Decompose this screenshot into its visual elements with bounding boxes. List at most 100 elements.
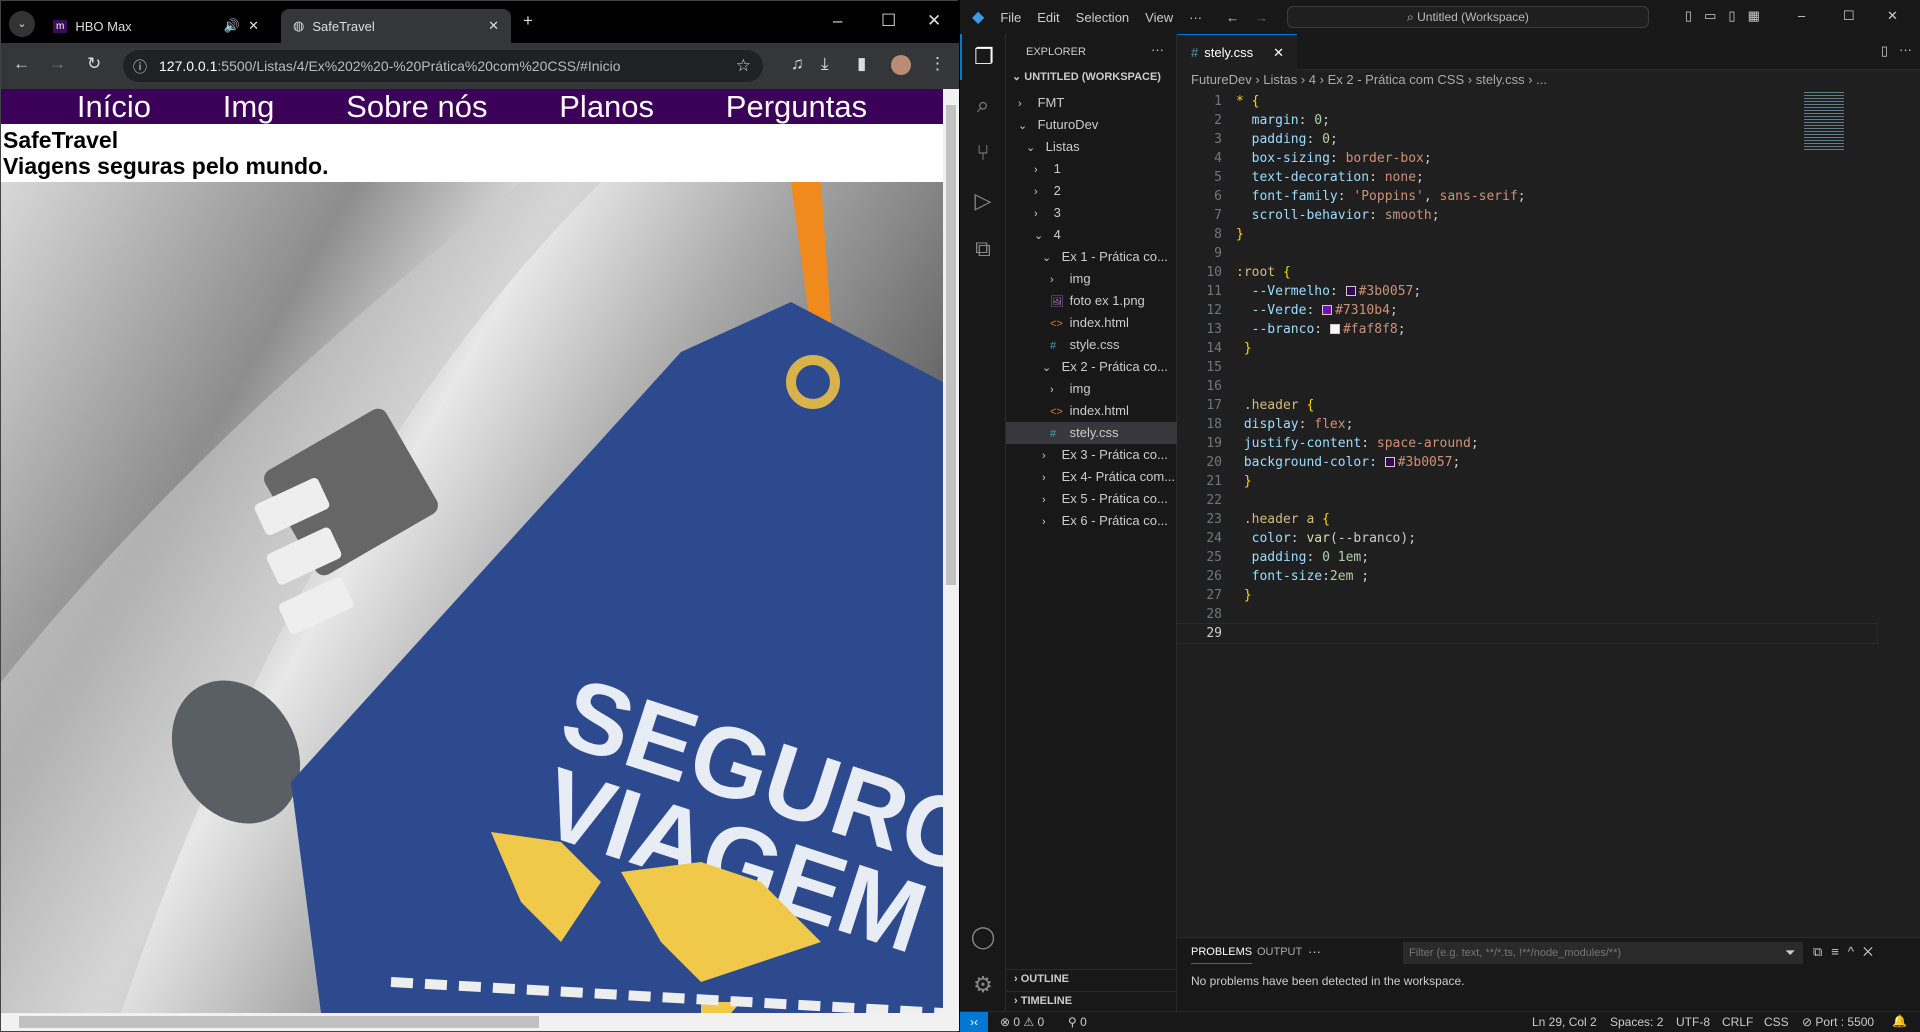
indentation[interactable]: Spaces: 2	[1610, 1015, 1663, 1029]
menu-icon[interactable]: ⋮	[929, 54, 946, 74]
breadcrumb-item[interactable]: 4	[1309, 72, 1316, 87]
panel-actions-icons[interactable]: ⧉≡^✕	[1813, 944, 1882, 960]
vertical-scroll-thumb[interactable]	[946, 105, 956, 585]
command-center[interactable]: ⌕ Untitled (Workspace)	[1287, 6, 1649, 28]
tree-item[interactable]: ⌄ Ex 1 - Prática co...	[1006, 246, 1177, 268]
run-debug-icon[interactable]: ▷	[960, 178, 1006, 224]
back-icon[interactable]: ←	[13, 54, 30, 74]
tree-item[interactable]: <> index.html	[1006, 312, 1177, 334]
tree-item[interactable]: # style.css	[1006, 334, 1177, 356]
encoding[interactable]: UTF-8	[1676, 1015, 1710, 1029]
tree-item[interactable]: › Ex 5 - Prática co...	[1006, 488, 1177, 510]
maximize-button[interactable]: ☐	[881, 11, 896, 31]
menu-file[interactable]: File	[1000, 10, 1021, 25]
horizontal-scroll-thumb[interactable]	[19, 1016, 539, 1028]
cursor-position[interactable]: Ln 29, Col 2	[1532, 1015, 1597, 1029]
minimize-button[interactable]: –	[1798, 8, 1805, 23]
nav-img[interactable]: Img	[223, 89, 275, 124]
tree-item[interactable]: › img	[1006, 378, 1177, 400]
menu-view[interactable]: View	[1145, 10, 1173, 25]
nav-inicio[interactable]: Início	[77, 89, 151, 124]
layout-toggle-icons[interactable]: ▯▭▯▦	[1685, 8, 1772, 24]
close-window-button[interactable]: ✕	[1887, 8, 1898, 24]
forward-icon[interactable]: →	[49, 54, 66, 74]
tree-item[interactable]: › FMT	[1006, 92, 1177, 114]
tab-output[interactable]: OUTPUT	[1257, 946, 1302, 958]
remote-icon[interactable]: ›‹	[960, 1012, 988, 1032]
bookmark-star-icon[interactable]: ☆	[736, 56, 751, 76]
account-icon[interactable]: ◯	[960, 914, 1006, 960]
avatar[interactable]	[891, 55, 911, 75]
tab-search-button[interactable]: ⌄	[9, 11, 35, 37]
code-line: 1 * {	[1177, 92, 1877, 111]
close-tab-icon[interactable]: ✕	[1273, 45, 1284, 61]
menu-more[interactable]: ···	[1189, 10, 1202, 25]
nav-planos[interactable]: Planos	[559, 89, 654, 124]
tree-item[interactable]: › 3	[1006, 202, 1177, 224]
tab-hbo-max[interactable]: m HBO Max 🔊 ✕	[41, 9, 271, 43]
maximize-button[interactable]: ☐	[1843, 8, 1855, 24]
site-info-icon[interactable]: ⓘ	[133, 57, 147, 77]
tab-problems[interactable]: PROBLEMS	[1191, 946, 1253, 964]
speaker-icon[interactable]: 🔊	[224, 18, 240, 34]
more-actions-icon[interactable]: ···	[1899, 42, 1912, 57]
notifications-bell-icon[interactable]: 🔔	[1892, 1014, 1907, 1028]
nav-forward-icon[interactable]: →	[1255, 10, 1268, 25]
breadcrumb-item[interactable]: ...	[1536, 72, 1547, 87]
tree-item[interactable]: ⌄ Ex 2 - Prática co...	[1006, 356, 1177, 378]
media-icon[interactable]: ♫	[791, 54, 804, 74]
reload-icon[interactable]: ↻	[87, 54, 101, 74]
more-actions-icon[interactable]: ···	[1151, 42, 1164, 57]
menu-selection[interactable]: Selection	[1076, 10, 1129, 25]
minimap[interactable]	[1804, 92, 1844, 152]
tree-item[interactable]: <> index.html	[1006, 400, 1177, 422]
tree-item[interactable]: 🖼 foto ex 1.png	[1006, 290, 1177, 312]
nav-sobre-nos[interactable]: Sobre nós	[346, 89, 487, 124]
tree-item[interactable]: # stely.css	[1006, 422, 1177, 444]
outline-section[interactable]: › OUTLINE	[1006, 969, 1177, 988]
breadcrumb-item[interactable]: Listas	[1263, 72, 1297, 87]
tree-item[interactable]: ⌄ FuturoDev	[1006, 114, 1177, 136]
sidepanel-icon[interactable]: ▮	[857, 54, 866, 74]
tree-item[interactable]: › Ex 3 - Prática co...	[1006, 444, 1177, 466]
close-tab-icon[interactable]: ✕	[248, 18, 259, 34]
tree-item[interactable]: ⌄ 4	[1006, 224, 1177, 246]
menu-edit[interactable]: Edit	[1037, 10, 1059, 25]
tab-safetravel[interactable]: ◍ SafeTravel ✕	[281, 9, 511, 43]
new-tab-button[interactable]: +	[523, 11, 533, 31]
ports-status[interactable]: ⚲ 0	[1068, 1015, 1087, 1029]
tree-item[interactable]: › img	[1006, 268, 1177, 290]
breadcrumb-item[interactable]: stely.css	[1476, 72, 1525, 87]
close-tab-icon[interactable]: ✕	[488, 18, 499, 34]
explorer-icon[interactable]: ❐	[960, 34, 1006, 80]
tree-item[interactable]: › Ex 6 - Prática co...	[1006, 510, 1177, 532]
filter-icon[interactable]: ⏷	[1785, 945, 1795, 961]
source-control-icon[interactable]: ⑂	[960, 130, 1006, 176]
problems-filter-input[interactable]	[1403, 942, 1803, 964]
problems-status[interactable]: ⊗ 0 ⚠ 0	[1000, 1015, 1044, 1029]
breadcrumb-item[interactable]: FutureDev	[1191, 72, 1252, 87]
search-icon[interactable]: ⌕	[960, 82, 1006, 128]
workspace-header[interactable]: ⌄ UNTITLED (WORKSPACE)	[1012, 70, 1161, 83]
download-icon[interactable]: ⤓	[821, 54, 829, 74]
language-mode[interactable]: CSS	[1764, 1015, 1789, 1029]
tree-item[interactable]: › 2	[1006, 180, 1177, 202]
breadcrumb-item[interactable]: Ex 2 - Prática com CSS	[1328, 72, 1465, 87]
split-editor-icon[interactable]: ▯	[1881, 43, 1888, 59]
minimize-button[interactable]: –	[833, 11, 842, 31]
close-window-button[interactable]: ✕	[927, 11, 941, 31]
settings-gear-icon[interactable]: ⚙	[960, 962, 1006, 1008]
tree-item[interactable]: › Ex 4- Prática com...	[1006, 466, 1177, 488]
address-bar[interactable]: ⓘ 127.0.0.1:5500/Listas/4/Ex%202%20-%20P…	[123, 50, 763, 82]
tree-item[interactable]: › 1	[1006, 158, 1177, 180]
line-number: 7	[1214, 208, 1222, 223]
nav-back-icon[interactable]: ←	[1226, 10, 1239, 25]
editor-tab-stely-css[interactable]: # stely.css ✕	[1177, 34, 1297, 70]
panel-more-icon[interactable]: ···	[1308, 944, 1321, 959]
timeline-section[interactable]: › TIMELINE	[1006, 991, 1177, 1010]
tree-item[interactable]: ⌄ Listas	[1006, 136, 1177, 158]
nav-perguntas[interactable]: Perguntas	[726, 89, 867, 124]
extensions-icon[interactable]: ⧉	[960, 226, 1006, 272]
live-server-port[interactable]: ⊘ Port : 5500	[1802, 1015, 1874, 1029]
line-ending[interactable]: CRLF	[1722, 1015, 1753, 1029]
